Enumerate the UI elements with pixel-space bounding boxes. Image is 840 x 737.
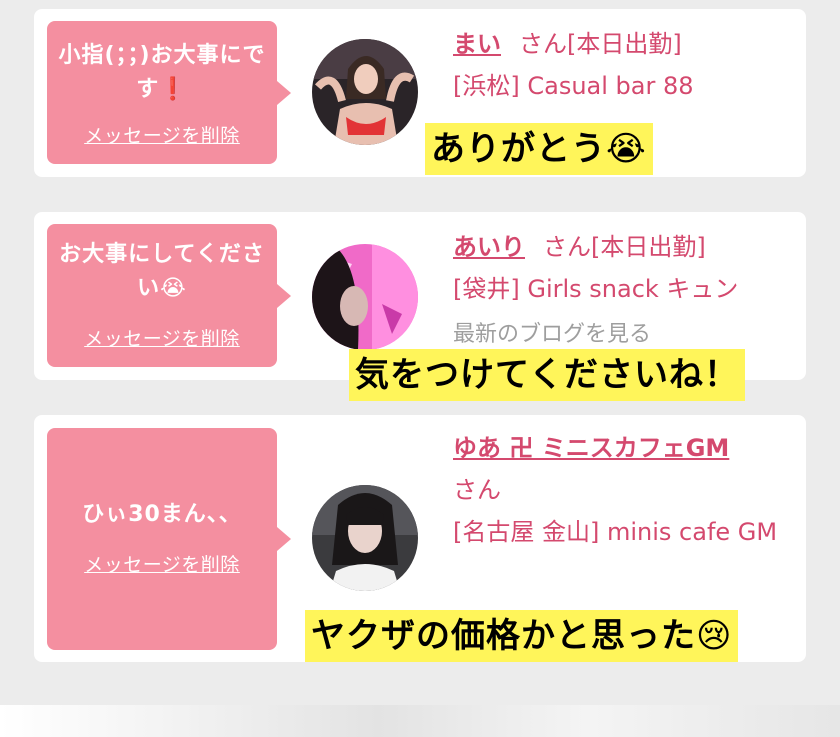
shop-name: [浜松] Casual bar 88: [453, 72, 694, 100]
caption-overlay: ありがとう😭: [425, 123, 653, 175]
message-text: お大事にしてください😭: [59, 242, 265, 301]
shop-name: [名古屋 金山] minis cafe GM: [453, 518, 778, 546]
avatar-photo: [312, 39, 418, 145]
cast-info: ゆあ 卍 ミニスカフェGM さん [名古屋 金山] minis cafe GM: [453, 427, 793, 553]
message-card: 小指(；；)お大事にです❗️ メッセージを削除 まい さん[本日出勤] [浜松] …: [34, 9, 806, 177]
message-bubble: ひぃ30まん、、 メッセージを削除: [47, 428, 291, 650]
shop-name: [袋井] Girls snack キュン: [453, 275, 739, 303]
cast-status: さん: [453, 476, 501, 504]
caption-overlay: ヤクザの価格かと思った😢: [305, 610, 739, 662]
avatar-photo: [312, 244, 418, 350]
next-section-preview: [0, 705, 840, 737]
cast-info: まい さん[本日出勤] [浜松] Casual bar 88: [453, 23, 793, 107]
caption-overlay: 気をつけてくださいね！: [349, 349, 745, 401]
cast-status: さん[本日出勤]: [543, 233, 706, 261]
delete-message-link[interactable]: メッセージを削除: [84, 121, 240, 148]
cast-name-link[interactable]: ゆあ 卍 ミニスカフェGM: [453, 434, 729, 462]
delete-message-link[interactable]: メッセージを削除: [84, 550, 240, 577]
cast-name-link[interactable]: まい: [453, 30, 501, 58]
delete-message-link[interactable]: メッセージを削除: [84, 324, 240, 351]
message-text: 小指(；；)お大事にです❗️: [58, 43, 266, 102]
avatar[interactable]: [312, 39, 418, 145]
avatar-photo: [312, 485, 418, 591]
message-bubble: お大事にしてください😭 メッセージを削除: [47, 224, 291, 367]
cast-status: さん[本日出勤]: [519, 30, 682, 58]
avatar[interactable]: [312, 244, 418, 350]
message-bubble: 小指(；；)お大事にです❗️ メッセージを削除: [47, 21, 291, 164]
cast-name-link[interactable]: あいり: [453, 233, 525, 261]
message-text: ひぃ30まん、、: [82, 502, 242, 527]
avatar[interactable]: [312, 485, 418, 591]
cast-info: あいり さん[本日出勤] [袋井] Girls snack キュン 最新のブログを…: [453, 226, 793, 356]
